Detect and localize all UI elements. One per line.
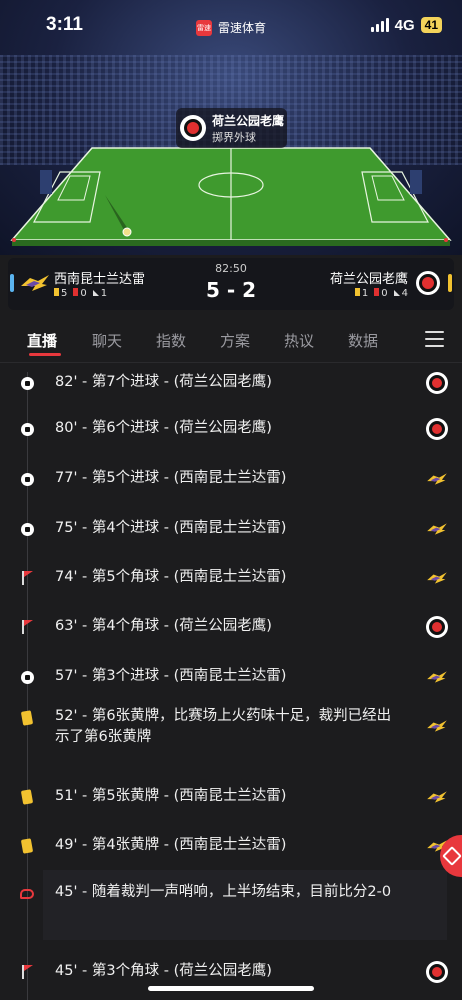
sw-queensland-thunder-logo [426,715,448,737]
menu-icon[interactable] [425,331,444,352]
football-icon [19,669,35,685]
event-text: 49' - 第4张黄牌 - (西南昆士兰达雷) [55,837,287,853]
event-text: 77' - 第5个进球 - (西南昆士兰达雷) [55,470,287,486]
highlight-background [43,870,447,940]
tab-chat[interactable]: 聊天 [92,330,122,351]
away-color-bar [448,274,452,292]
scoreboard: 西南昆士兰达雷 5 0 1 82:50 5 - 2 荷兰公园老鹰 1 0 4 [8,258,454,310]
away-stats: 1 0 4 [354,288,408,299]
football-icon [19,521,35,537]
app-brand: 雷速 雷速体育 [195,19,267,36]
tab-plans[interactable]: 方案 [220,330,250,351]
sw-queensland-thunder-logo [426,666,448,688]
away-yellow-cards: 1 [354,288,368,299]
home-indicator [148,986,314,991]
tab-stats[interactable]: 数据 [348,330,378,351]
event-text: 74' - 第5个角球 - (西南昆士兰达雷) [55,569,287,585]
active-tab-indicator [29,353,61,356]
event-description: 掷界外球 [212,130,256,144]
live-event-feed: 82' - 第7个进球 - (荷兰公园老鹰) 80' - 第6个进球 - (荷兰公… [0,362,462,998]
holland-park-hawks-logo [180,115,206,141]
holland-park-hawks-logo [426,372,448,394]
football-icon [19,471,35,487]
event-row[interactable]: 74' - 第5个角球 - (西南昆士兰达雷) [0,554,462,602]
event-text: 57' - 第3个进球 - (西南昆士兰达雷) [55,668,287,684]
app-name: 雷速体育 [217,21,267,35]
status-bar: 3:11 雷速 雷速体育 4G 41 [0,0,462,50]
event-row[interactable]: 82' - 第7个进球 - (荷兰公园老鹰) [0,362,462,404]
holland-park-hawks-logo [426,616,448,638]
event-text: 80' - 第6个进球 - (荷兰公园老鹰) [55,420,272,436]
whistle-icon [19,886,35,902]
holland-park-hawks-logo [426,418,448,440]
tab-odds[interactable]: 指数 [156,330,186,351]
away-team-name: 荷兰公园老鹰 [329,272,408,287]
football-icon [19,421,35,437]
yellow-card-icon [19,710,35,726]
holland-park-hawks-logo [416,271,440,295]
event-row[interactable]: 75' - 第4个进球 - (西南昆士兰达雷) [0,504,462,554]
event-row[interactable]: 57' - 第3个进球 - (西南昆士兰达雷) [0,652,462,702]
event-text: 82' - 第7个进球 - (荷兰公园老鹰) [55,374,272,390]
football-icon [19,375,35,391]
sw-queensland-thunder-logo [426,518,448,540]
event-team-name: 荷兰公园老鹰 [212,113,285,128]
event-text: 63' - 第4个角球 - (荷兰公园老鹰) [55,618,272,634]
event-row[interactable]: 52' - 第6张黄牌，比赛场上火药味十足，裁判已经出示了第6张黄牌 [0,702,462,772]
event-row[interactable]: 45' - 随着裁判一声哨响，上半场结束，目前比分2-0 [0,870,462,946]
sw-queensland-thunder-logo [426,786,448,808]
event-text: 51' - 第5张黄牌 - (西南昆士兰达雷) [55,788,287,804]
event-row[interactable]: 49' - 第4张黄牌 - (西南昆士兰达雷) [0,822,462,870]
corner-flag-icon [19,964,35,980]
corner-flag-icon [19,570,35,586]
event-row[interactable]: 63' - 第4个角球 - (荷兰公园老鹰) [0,602,462,652]
event-text: 45' - 随着裁判一声哨响，上半场结束，目前比分2-0 [55,884,392,900]
app-logo-icon: 雷速 [195,19,212,36]
holland-park-hawks-logo [426,961,448,983]
away-corners: 4 [393,288,408,299]
away-red-cards: 0 [374,288,388,299]
event-text: 45' - 第3个角球 - (荷兰公园老鹰) [55,963,272,979]
pencil-icon [442,846,462,866]
battery-icon: 41 [420,17,442,33]
network-type: 4G [394,16,415,34]
event-text: 75' - 第4个进球 - (西南昆士兰达雷) [55,520,287,536]
corner-flag-icon [19,619,35,635]
signal-icon [370,18,389,32]
sw-queensland-thunder-logo [426,468,448,490]
event-row[interactable]: 77' - 第5个进球 - (西南昆士兰达雷) [0,454,462,504]
sw-queensland-thunder-logo [426,567,448,589]
yellow-card-icon [19,838,35,854]
event-text: 52' - 第6张黄牌，比赛场上火药味十足，裁判已经出示了第6张黄牌 [55,708,392,745]
tab-live[interactable]: 直播 [27,330,57,351]
tab-discussion[interactable]: 热议 [284,330,314,351]
event-row[interactable]: 80' - 第6个进球 - (荷兰公园老鹰) [0,404,462,454]
pitch-event-bubble: 荷兰公园老鹰 掷界外球 [176,108,287,148]
clock: 3:11 [46,14,83,35]
tab-bar: 直播 聊天 指数 方案 热议 数据 [0,318,462,363]
event-row[interactable]: 51' - 第5张黄牌 - (西南昆士兰达雷) [0,772,462,822]
yellow-card-icon [19,789,35,805]
